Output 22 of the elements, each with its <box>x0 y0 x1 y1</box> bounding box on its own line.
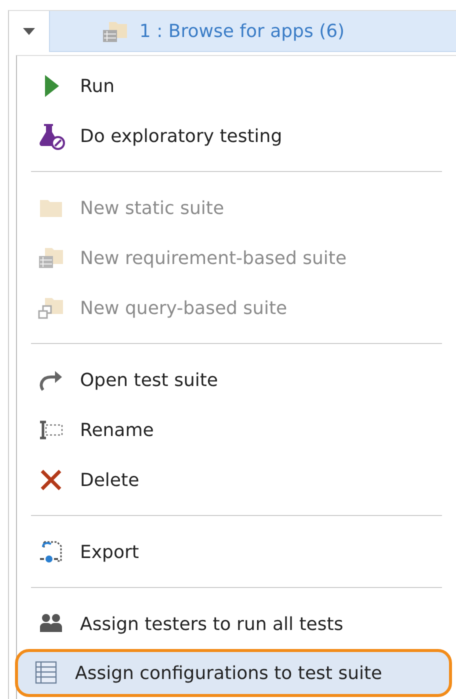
menu-item-label: Export <box>80 542 139 562</box>
menu-item-label: Do exploratory testing <box>80 126 282 146</box>
menu-item-label: Delete <box>80 470 140 490</box>
menu-item-label: Assign configurations to test suite <box>75 662 382 684</box>
menu-item[interactable]: Run <box>17 61 452 111</box>
menu-item[interactable]: Rename <box>17 405 452 455</box>
menu-item-label: Open test suite <box>80 370 218 390</box>
menu-item[interactable]: Delete <box>17 455 452 505</box>
flask-icon <box>37 122 65 150</box>
caret-icon[interactable] <box>23 28 35 35</box>
menu-item-label: New requirement-based suite <box>80 248 347 268</box>
menu-item[interactable]: Assign configurations to test suite <box>15 649 452 697</box>
menu-item-label: Rename <box>80 420 154 440</box>
menu-item-label: Run <box>80 76 115 96</box>
suite-header[interactable]: 1 : Browse for apps (6) <box>49 11 456 52</box>
menu-item[interactable]: Open test suite <box>17 355 452 405</box>
menu-item[interactable]: Do exploratory testing <box>17 111 452 161</box>
menu-item-label: New query-based suite <box>80 298 288 318</box>
menu-item-label: Assign testers to run all tests <box>80 614 344 634</box>
menu-item[interactable]: Assign testers to run all tests <box>17 599 452 649</box>
menu-item[interactable]: Export <box>17 527 452 577</box>
menu-item-label: New static suite <box>80 198 224 218</box>
